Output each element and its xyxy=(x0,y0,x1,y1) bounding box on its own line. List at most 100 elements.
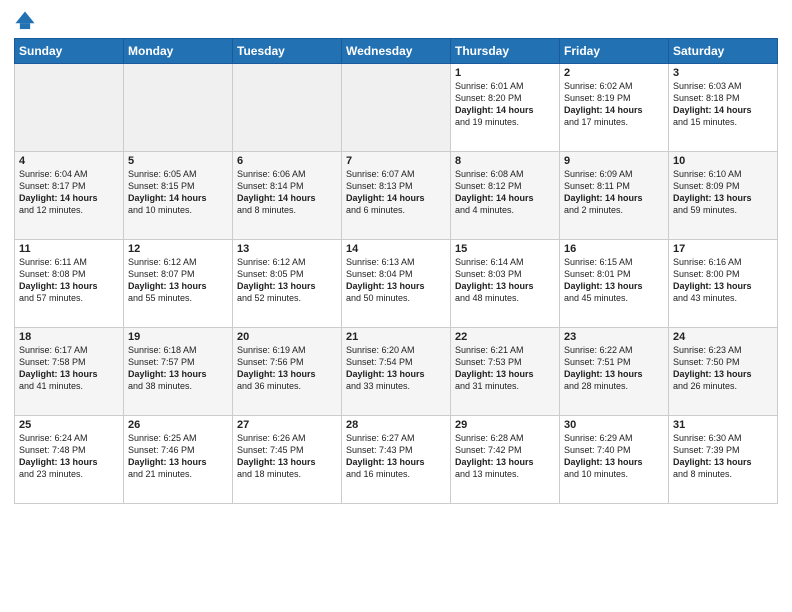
day-number: 5 xyxy=(128,155,228,167)
cell-content: Sunrise: 6:17 AMSunset: 7:58 PMDaylight:… xyxy=(19,344,119,393)
cell-content: Sunrise: 6:26 AMSunset: 7:45 PMDaylight:… xyxy=(237,432,337,481)
cell-content: Sunrise: 6:22 AMSunset: 7:51 PMDaylight:… xyxy=(564,344,664,393)
calendar-cell: 25Sunrise: 6:24 AMSunset: 7:48 PMDayligh… xyxy=(15,416,124,504)
day-number: 7 xyxy=(346,155,446,167)
day-number: 9 xyxy=(564,155,664,167)
calendar-cell xyxy=(15,64,124,152)
calendar-cell: 15Sunrise: 6:14 AMSunset: 8:03 PMDayligh… xyxy=(451,240,560,328)
calendar-cell: 1Sunrise: 6:01 AMSunset: 8:20 PMDaylight… xyxy=(451,64,560,152)
day-number: 27 xyxy=(237,419,337,431)
cell-content: Sunrise: 6:11 AMSunset: 8:08 PMDaylight:… xyxy=(19,256,119,305)
calendar-cell xyxy=(342,64,451,152)
day-number: 4 xyxy=(19,155,119,167)
cell-content: Sunrise: 6:04 AMSunset: 8:17 PMDaylight:… xyxy=(19,168,119,217)
day-number: 1 xyxy=(455,67,555,79)
cell-content: Sunrise: 6:27 AMSunset: 7:43 PMDaylight:… xyxy=(346,432,446,481)
day-number: 31 xyxy=(673,419,773,431)
day-number: 12 xyxy=(128,243,228,255)
cell-content: Sunrise: 6:19 AMSunset: 7:56 PMDaylight:… xyxy=(237,344,337,393)
cell-content: Sunrise: 6:29 AMSunset: 7:40 PMDaylight:… xyxy=(564,432,664,481)
logo xyxy=(14,10,40,32)
cell-content: Sunrise: 6:01 AMSunset: 8:20 PMDaylight:… xyxy=(455,80,555,129)
calendar-cell xyxy=(124,64,233,152)
day-number: 6 xyxy=(237,155,337,167)
calendar-cell: 19Sunrise: 6:18 AMSunset: 7:57 PMDayligh… xyxy=(124,328,233,416)
cell-content: Sunrise: 6:05 AMSunset: 8:15 PMDaylight:… xyxy=(128,168,228,217)
day-header-sunday: Sunday xyxy=(15,39,124,64)
cell-content: Sunrise: 6:09 AMSunset: 8:11 PMDaylight:… xyxy=(564,168,664,217)
calendar-cell: 2Sunrise: 6:02 AMSunset: 8:19 PMDaylight… xyxy=(560,64,669,152)
calendar-cell: 4Sunrise: 6:04 AMSunset: 8:17 PMDaylight… xyxy=(15,152,124,240)
header xyxy=(14,10,778,32)
generalblue-icon xyxy=(14,10,36,32)
day-number: 8 xyxy=(455,155,555,167)
cell-content: Sunrise: 6:28 AMSunset: 7:42 PMDaylight:… xyxy=(455,432,555,481)
cell-content: Sunrise: 6:16 AMSunset: 8:00 PMDaylight:… xyxy=(673,256,773,305)
cell-content: Sunrise: 6:20 AMSunset: 7:54 PMDaylight:… xyxy=(346,344,446,393)
calendar-cell: 9Sunrise: 6:09 AMSunset: 8:11 PMDaylight… xyxy=(560,152,669,240)
calendar-cell: 14Sunrise: 6:13 AMSunset: 8:04 PMDayligh… xyxy=(342,240,451,328)
day-number: 15 xyxy=(455,243,555,255)
day-number: 3 xyxy=(673,67,773,79)
day-number: 30 xyxy=(564,419,664,431)
calendar-cell: 7Sunrise: 6:07 AMSunset: 8:13 PMDaylight… xyxy=(342,152,451,240)
calendar-cell: 8Sunrise: 6:08 AMSunset: 8:12 PMDaylight… xyxy=(451,152,560,240)
day-header-tuesday: Tuesday xyxy=(233,39,342,64)
day-number: 18 xyxy=(19,331,119,343)
cell-content: Sunrise: 6:13 AMSunset: 8:04 PMDaylight:… xyxy=(346,256,446,305)
calendar-cell: 12Sunrise: 6:12 AMSunset: 8:07 PMDayligh… xyxy=(124,240,233,328)
day-number: 29 xyxy=(455,419,555,431)
calendar-week-5: 25Sunrise: 6:24 AMSunset: 7:48 PMDayligh… xyxy=(15,416,778,504)
day-number: 2 xyxy=(564,67,664,79)
calendar-cell: 5Sunrise: 6:05 AMSunset: 8:15 PMDaylight… xyxy=(124,152,233,240)
cell-content: Sunrise: 6:10 AMSunset: 8:09 PMDaylight:… xyxy=(673,168,773,217)
calendar-cell: 29Sunrise: 6:28 AMSunset: 7:42 PMDayligh… xyxy=(451,416,560,504)
day-number: 10 xyxy=(673,155,773,167)
cell-content: Sunrise: 6:08 AMSunset: 8:12 PMDaylight:… xyxy=(455,168,555,217)
day-number: 25 xyxy=(19,419,119,431)
cell-content: Sunrise: 6:23 AMSunset: 7:50 PMDaylight:… xyxy=(673,344,773,393)
day-number: 11 xyxy=(19,243,119,255)
day-number: 22 xyxy=(455,331,555,343)
calendar-week-4: 18Sunrise: 6:17 AMSunset: 7:58 PMDayligh… xyxy=(15,328,778,416)
cell-content: Sunrise: 6:24 AMSunset: 7:48 PMDaylight:… xyxy=(19,432,119,481)
calendar-cell: 23Sunrise: 6:22 AMSunset: 7:51 PMDayligh… xyxy=(560,328,669,416)
day-number: 28 xyxy=(346,419,446,431)
cell-content: Sunrise: 6:03 AMSunset: 8:18 PMDaylight:… xyxy=(673,80,773,129)
cell-content: Sunrise: 6:12 AMSunset: 8:07 PMDaylight:… xyxy=(128,256,228,305)
cell-content: Sunrise: 6:18 AMSunset: 7:57 PMDaylight:… xyxy=(128,344,228,393)
day-number: 26 xyxy=(128,419,228,431)
cell-content: Sunrise: 6:12 AMSunset: 8:05 PMDaylight:… xyxy=(237,256,337,305)
calendar-cell: 28Sunrise: 6:27 AMSunset: 7:43 PMDayligh… xyxy=(342,416,451,504)
calendar-cell: 10Sunrise: 6:10 AMSunset: 8:09 PMDayligh… xyxy=(669,152,778,240)
cell-content: Sunrise: 6:14 AMSunset: 8:03 PMDaylight:… xyxy=(455,256,555,305)
day-number: 14 xyxy=(346,243,446,255)
calendar-cell: 3Sunrise: 6:03 AMSunset: 8:18 PMDaylight… xyxy=(669,64,778,152)
calendar-cell: 21Sunrise: 6:20 AMSunset: 7:54 PMDayligh… xyxy=(342,328,451,416)
day-number: 24 xyxy=(673,331,773,343)
calendar-cell: 20Sunrise: 6:19 AMSunset: 7:56 PMDayligh… xyxy=(233,328,342,416)
cell-content: Sunrise: 6:15 AMSunset: 8:01 PMDaylight:… xyxy=(564,256,664,305)
day-header-saturday: Saturday xyxy=(669,39,778,64)
cell-content: Sunrise: 6:06 AMSunset: 8:14 PMDaylight:… xyxy=(237,168,337,217)
day-number: 16 xyxy=(564,243,664,255)
calendar-week-2: 4Sunrise: 6:04 AMSunset: 8:17 PMDaylight… xyxy=(15,152,778,240)
calendar-cell: 24Sunrise: 6:23 AMSunset: 7:50 PMDayligh… xyxy=(669,328,778,416)
calendar-cell: 6Sunrise: 6:06 AMSunset: 8:14 PMDaylight… xyxy=(233,152,342,240)
calendar-cell: 27Sunrise: 6:26 AMSunset: 7:45 PMDayligh… xyxy=(233,416,342,504)
calendar-cell: 31Sunrise: 6:30 AMSunset: 7:39 PMDayligh… xyxy=(669,416,778,504)
calendar-cell: 18Sunrise: 6:17 AMSunset: 7:58 PMDayligh… xyxy=(15,328,124,416)
calendar-week-1: 1Sunrise: 6:01 AMSunset: 8:20 PMDaylight… xyxy=(15,64,778,152)
calendar-cell: 22Sunrise: 6:21 AMSunset: 7:53 PMDayligh… xyxy=(451,328,560,416)
calendar-cell: 30Sunrise: 6:29 AMSunset: 7:40 PMDayligh… xyxy=(560,416,669,504)
day-number: 21 xyxy=(346,331,446,343)
day-header-monday: Monday xyxy=(124,39,233,64)
cell-content: Sunrise: 6:21 AMSunset: 7:53 PMDaylight:… xyxy=(455,344,555,393)
cell-content: Sunrise: 6:07 AMSunset: 8:13 PMDaylight:… xyxy=(346,168,446,217)
calendar-cell: 26Sunrise: 6:25 AMSunset: 7:46 PMDayligh… xyxy=(124,416,233,504)
calendar-cell: 13Sunrise: 6:12 AMSunset: 8:05 PMDayligh… xyxy=(233,240,342,328)
calendar-table: SundayMondayTuesdayWednesdayThursdayFrid… xyxy=(14,38,778,504)
calendar-week-3: 11Sunrise: 6:11 AMSunset: 8:08 PMDayligh… xyxy=(15,240,778,328)
day-number: 20 xyxy=(237,331,337,343)
cell-content: Sunrise: 6:25 AMSunset: 7:46 PMDaylight:… xyxy=(128,432,228,481)
